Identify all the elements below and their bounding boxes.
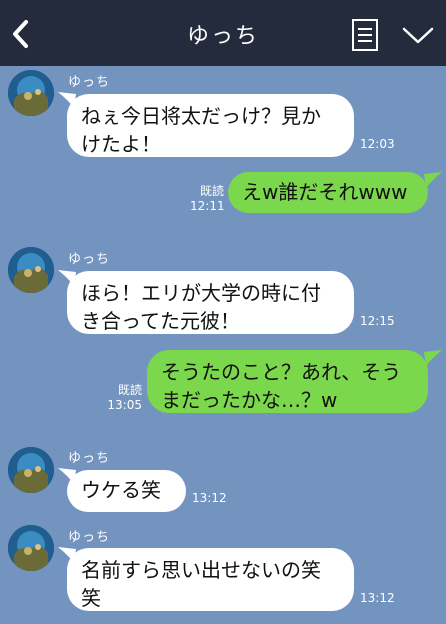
message-time: 13:12 <box>360 591 395 605</box>
sender-name: ゆっち <box>68 252 111 267</box>
chat-header: ゆっち <box>0 0 446 66</box>
message-bubble[interactable]: えw誰だそれwww <box>228 172 428 213</box>
message-line: えw誰だそれwww <box>242 180 408 204</box>
message-time: 12:03 <box>360 137 395 151</box>
message-time: 13:12 <box>192 491 227 505</box>
message-time: 13:05 <box>107 398 142 412</box>
read-receipt: 既読 13:05 <box>106 383 142 413</box>
avatar[interactable] <box>8 247 54 293</box>
note-icon <box>352 19 378 51</box>
message-line: ほら！エリが大学の時に付 <box>81 281 321 305</box>
message-line: まだったかな…？w <box>161 388 338 412</box>
read-receipt: 既読 12:11 <box>190 184 225 214</box>
message-line: き合ってた元彼！ <box>81 309 240 333</box>
message-time: 12:11 <box>190 199 225 213</box>
read-label: 既読 <box>199 184 224 198</box>
note-button[interactable] <box>350 18 380 52</box>
message-line: ねぇ今日将太だっけ？見か <box>81 104 321 128</box>
sender-name: ゆっち <box>68 530 111 545</box>
aquarium-photo-icon <box>8 525 54 571</box>
message-bubble[interactable]: 名前すら思い出せないの笑 笑 <box>67 548 354 611</box>
message-line: そうたのこと？あれ、そう <box>161 360 402 384</box>
message-line: 名前すら思い出せないの笑 <box>81 558 321 582</box>
aquarium-photo-icon <box>8 447 54 493</box>
message-line: 笑 <box>81 586 101 610</box>
message-bubble[interactable]: ねぇ今日将太だっけ？見か けたよ！ <box>67 94 354 157</box>
avatar[interactable] <box>8 70 54 116</box>
message-time: 12:15 <box>360 314 395 328</box>
read-label: 既読 <box>117 383 142 397</box>
message-line: けたよ！ <box>81 132 161 156</box>
avatar[interactable] <box>8 525 54 571</box>
message-line: ウケる笑 <box>81 478 161 502</box>
aquarium-photo-icon <box>8 70 54 116</box>
sender-name: ゆっち <box>68 451 111 466</box>
aquarium-photo-icon <box>8 247 54 293</box>
message-bubble[interactable]: そうたのこと？あれ、そう まだったかな…？w <box>147 350 428 413</box>
message-bubble[interactable]: ウケる笑 <box>67 470 186 512</box>
sender-name: ゆっち <box>68 75 111 90</box>
bubble-tail <box>424 350 442 366</box>
expand-button[interactable] <box>400 24 436 48</box>
message-bubble[interactable]: ほら！エリが大学の時に付 き合ってた元彼！ <box>67 271 354 334</box>
chevron-down-icon <box>402 27 434 44</box>
bubble-tail <box>424 172 442 188</box>
avatar[interactable] <box>8 447 54 493</box>
